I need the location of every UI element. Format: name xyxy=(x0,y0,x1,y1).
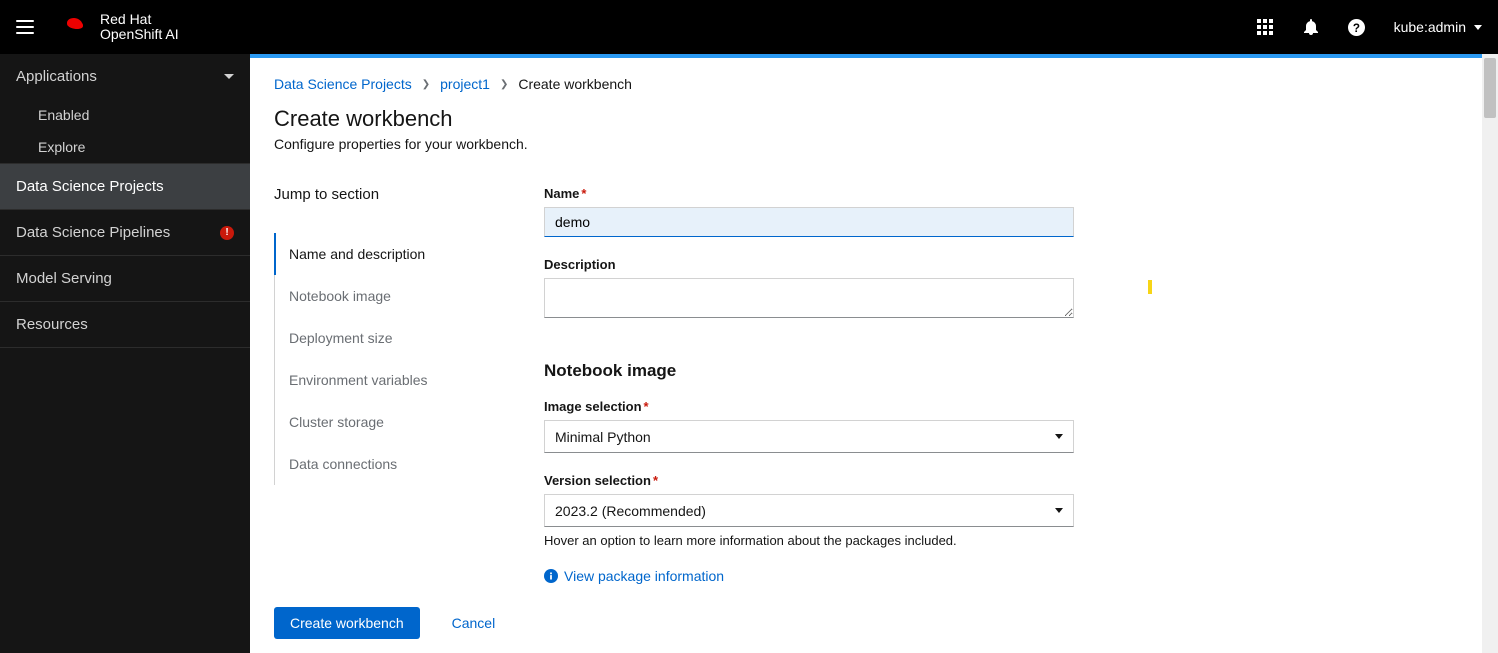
required-mark: * xyxy=(653,473,658,488)
sidenav-applications[interactable]: Applications xyxy=(0,54,250,99)
jump-nav: Jump to section Name and description Not… xyxy=(274,186,454,485)
brand-top: Red Hat xyxy=(100,12,179,27)
sidenav-resources[interactable]: Resources xyxy=(0,302,250,347)
name-label: Name* xyxy=(544,186,1074,201)
apps-grid-icon[interactable] xyxy=(1256,18,1274,36)
sidenav-enabled[interactable]: Enabled xyxy=(0,99,250,131)
chevron-right-icon: ❯ xyxy=(422,79,430,90)
jump-title: Jump to section xyxy=(274,186,454,203)
footer-bar: Create workbench Cancel xyxy=(250,593,1498,653)
svg-text:?: ? xyxy=(1353,21,1360,34)
caret-down-icon xyxy=(1055,508,1063,513)
breadcrumb-root[interactable]: Data Science Projects xyxy=(274,76,412,92)
jump-cluster-storage[interactable]: Cluster storage xyxy=(275,401,454,443)
top-icon-group: ? xyxy=(1256,18,1366,36)
redhat-logo-icon xyxy=(64,17,90,37)
content-area: Data Science Projects ❯ project1 ❯ Creat… xyxy=(250,54,1498,653)
jump-name-desc[interactable]: Name and description xyxy=(275,233,454,275)
jump-env-vars[interactable]: Environment variables xyxy=(275,359,454,401)
image-selection-value: Minimal Python xyxy=(555,429,651,445)
image-selection-dropdown[interactable]: Minimal Python xyxy=(544,420,1074,453)
brand-bottom: OpenShift AI xyxy=(100,27,179,42)
sidenav-applications-label: Applications xyxy=(16,68,97,85)
sidenav-model-serving[interactable]: Model Serving xyxy=(0,256,250,301)
user-menu[interactable]: kube:admin xyxy=(1394,19,1482,35)
description-label: Description xyxy=(544,257,1074,272)
jump-notebook-image[interactable]: Notebook image xyxy=(275,275,454,317)
text-cursor xyxy=(1148,280,1152,294)
version-selection-label: Version selection* xyxy=(544,473,1074,488)
version-selection-value: 2023.2 (Recommended) xyxy=(555,503,706,519)
sidenav-data-science-pipelines[interactable]: Data Science Pipelines ! xyxy=(0,210,250,255)
form-main: Name* Description Notebook image Image s… xyxy=(544,186,1074,584)
chevron-down-icon xyxy=(224,74,234,79)
help-icon[interactable]: ? xyxy=(1348,18,1366,36)
version-selection-dropdown[interactable]: 2023.2 (Recommended) xyxy=(544,494,1074,527)
notebook-image-heading: Notebook image xyxy=(544,361,1074,381)
user-name: kube:admin xyxy=(1394,19,1466,35)
description-textarea[interactable] xyxy=(544,278,1074,318)
breadcrumb: Data Science Projects ❯ project1 ❯ Creat… xyxy=(274,76,1474,92)
name-input[interactable] xyxy=(544,207,1074,237)
view-package-info-link[interactable]: View package information xyxy=(544,568,1074,584)
info-circle-icon xyxy=(544,569,558,583)
brand-text: Red Hat OpenShift AI xyxy=(100,12,179,43)
cancel-button[interactable]: Cancel xyxy=(452,615,496,631)
required-mark: * xyxy=(581,186,586,201)
page-subtitle: Configure properties for your workbench. xyxy=(274,136,1474,152)
package-link-text: View package information xyxy=(564,568,724,584)
sidenav-explore[interactable]: Explore xyxy=(0,131,250,163)
scrollbar-thumb[interactable] xyxy=(1484,58,1496,118)
caret-down-icon xyxy=(1474,25,1482,30)
bell-icon[interactable] xyxy=(1302,18,1320,36)
breadcrumb-current: Create workbench xyxy=(518,76,632,92)
breadcrumb-project[interactable]: project1 xyxy=(440,76,490,92)
page-title: Create workbench xyxy=(274,106,1474,132)
sidenav-pipelines-label: Data Science Pipelines xyxy=(16,224,170,241)
jump-deployment-size[interactable]: Deployment size xyxy=(275,317,454,359)
brand: Red Hat OpenShift AI xyxy=(64,12,179,43)
sidenav-data-science-projects[interactable]: Data Science Projects xyxy=(0,164,250,209)
chevron-right-icon: ❯ xyxy=(500,79,508,90)
required-mark: * xyxy=(644,399,649,414)
top-bar: Red Hat OpenShift AI ? kube:admin xyxy=(0,0,1498,54)
jump-data-connections[interactable]: Data connections xyxy=(275,443,454,485)
create-workbench-button[interactable]: Create workbench xyxy=(274,607,420,639)
scrollbar[interactable] xyxy=(1482,54,1498,653)
alert-dot-icon: ! xyxy=(220,226,234,240)
caret-down-icon xyxy=(1055,434,1063,439)
image-selection-label: Image selection* xyxy=(544,399,1074,414)
hamburger-menu-button[interactable] xyxy=(16,15,40,39)
side-nav: Applications Enabled Explore Data Scienc… xyxy=(0,54,250,653)
version-help-text: Hover an option to learn more informatio… xyxy=(544,533,1074,548)
